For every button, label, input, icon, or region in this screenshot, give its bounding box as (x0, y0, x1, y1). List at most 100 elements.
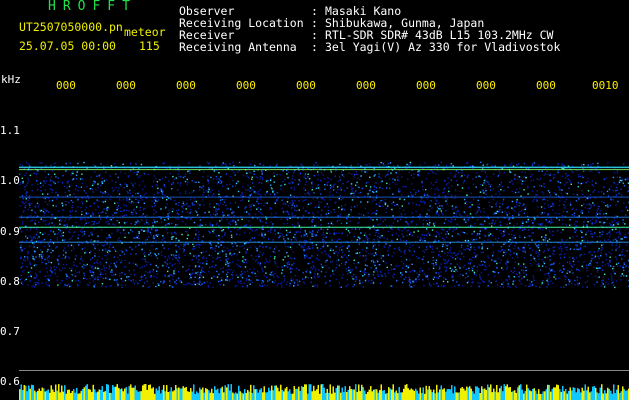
amplitude-bar (460, 388, 462, 400)
amplitude-bar (43, 388, 45, 400)
x-tick-label: 000 (176, 79, 196, 92)
amplitude-bar (515, 392, 517, 400)
amplitude-bar (430, 389, 432, 400)
amplitude-bar (586, 390, 588, 400)
x-tick-label: 000 (536, 79, 556, 92)
amplitude-bar (74, 392, 76, 400)
amplitude-bar (394, 392, 396, 400)
amplitude-bar (263, 386, 265, 400)
amplitude-bar (535, 390, 537, 400)
amplitude-bar (121, 388, 123, 400)
amplitude-bar (395, 390, 397, 400)
amplitude-bar (370, 386, 372, 400)
amplitude-bar (617, 385, 619, 400)
amplitude-bar (79, 393, 81, 400)
x-tick-label: 000 (236, 79, 256, 92)
amplitude-bar (622, 386, 624, 400)
amplitude-bar (463, 388, 465, 400)
y-tick-label: 1.0 (0, 174, 20, 187)
amplitude-bar (182, 386, 184, 400)
amplitude-bar (365, 393, 367, 400)
amplitude-bar (115, 386, 117, 400)
amplitude-bar (371, 391, 373, 400)
amplitude-bar (146, 389, 148, 400)
amplitude-bar (488, 387, 490, 400)
amplitude-bar (158, 386, 160, 400)
meta-colon: : (311, 40, 318, 54)
amplitude-bar (85, 385, 87, 400)
amplitude-bar (478, 387, 480, 400)
amplitude-bar (73, 389, 75, 400)
app-title: HROFFT (48, 0, 137, 14)
amplitude-bar (587, 386, 589, 400)
amplitude-bar (406, 384, 408, 400)
amplitude-bar (52, 389, 54, 400)
amplitude-bar (140, 391, 142, 400)
amplitude-bar (514, 390, 516, 400)
amplitude-bar (163, 385, 165, 400)
spectrogram-svg (19, 161, 629, 400)
amplitude-bar (442, 389, 444, 400)
amplitude-bar (556, 384, 558, 400)
amplitude-bar (155, 388, 157, 400)
amplitude-bar (583, 390, 585, 400)
amplitude-bar (290, 393, 292, 400)
amplitude-bar (248, 391, 250, 400)
amplitude-bar (46, 390, 48, 400)
amplitude-bar (241, 392, 243, 400)
amplitude-bar (127, 393, 129, 400)
amplitude-bar (256, 389, 258, 400)
amplitude-bar (380, 384, 382, 400)
amplitude-bar (448, 389, 450, 400)
amplitude-bar (347, 389, 349, 400)
amplitude-bar (103, 391, 105, 400)
amplitude-bar (424, 393, 426, 400)
amplitude-bar (332, 386, 334, 400)
amplitude-bar (83, 387, 85, 400)
amplitude-bar (469, 386, 471, 400)
amplitude-bar (376, 389, 378, 400)
amplitude-bar (107, 384, 109, 400)
amplitude-bar (236, 393, 238, 400)
amplitude-bar (482, 388, 484, 400)
amplitude-bar (461, 387, 463, 400)
amplitude-bar (49, 392, 51, 400)
amplitude-bar (473, 393, 475, 400)
amplitude-bar (539, 394, 541, 400)
amplitude-bar (407, 388, 409, 400)
amplitude-bar (137, 391, 139, 400)
amplitude-bar (277, 387, 279, 400)
amplitude-bar (302, 387, 304, 400)
amplitude-bar (542, 391, 544, 400)
amplitude-bar (295, 388, 297, 400)
meta-row-antenna: Receiving Antenna:3el Yagi(V) Az 330 for… (179, 41, 560, 53)
amplitude-bar (212, 393, 214, 400)
baseline (19, 370, 629, 371)
amplitude-bar (170, 387, 172, 400)
meteor-label: meteor (124, 25, 166, 39)
amplitude-bar (563, 391, 565, 400)
amplitude-bar (61, 385, 63, 400)
spectrogram-plot (19, 99, 629, 400)
amplitude-bar (316, 389, 318, 400)
amplitude-bar (197, 393, 199, 400)
amplitude-bar (601, 384, 603, 400)
amplitude-bar (527, 388, 529, 400)
amplitude-bar (457, 392, 459, 400)
amplitude-bar (134, 385, 136, 400)
amplitude-bar (281, 389, 283, 400)
amplitude-bar (151, 388, 153, 400)
amplitude-bar (566, 393, 568, 400)
amplitude-bar (229, 390, 231, 400)
amplitude-bar (419, 387, 421, 400)
amplitude-bar (314, 390, 316, 400)
amplitude-bar (205, 388, 207, 400)
amplitude-bar (401, 392, 403, 400)
amplitude-bar (358, 384, 360, 400)
amplitude-bar (455, 392, 457, 400)
amplitude-bar (439, 389, 441, 400)
amplitude-bar (38, 388, 40, 400)
amplitude-bar (91, 391, 93, 400)
amplitude-bar (572, 387, 574, 400)
amplitude-bar (620, 391, 622, 400)
